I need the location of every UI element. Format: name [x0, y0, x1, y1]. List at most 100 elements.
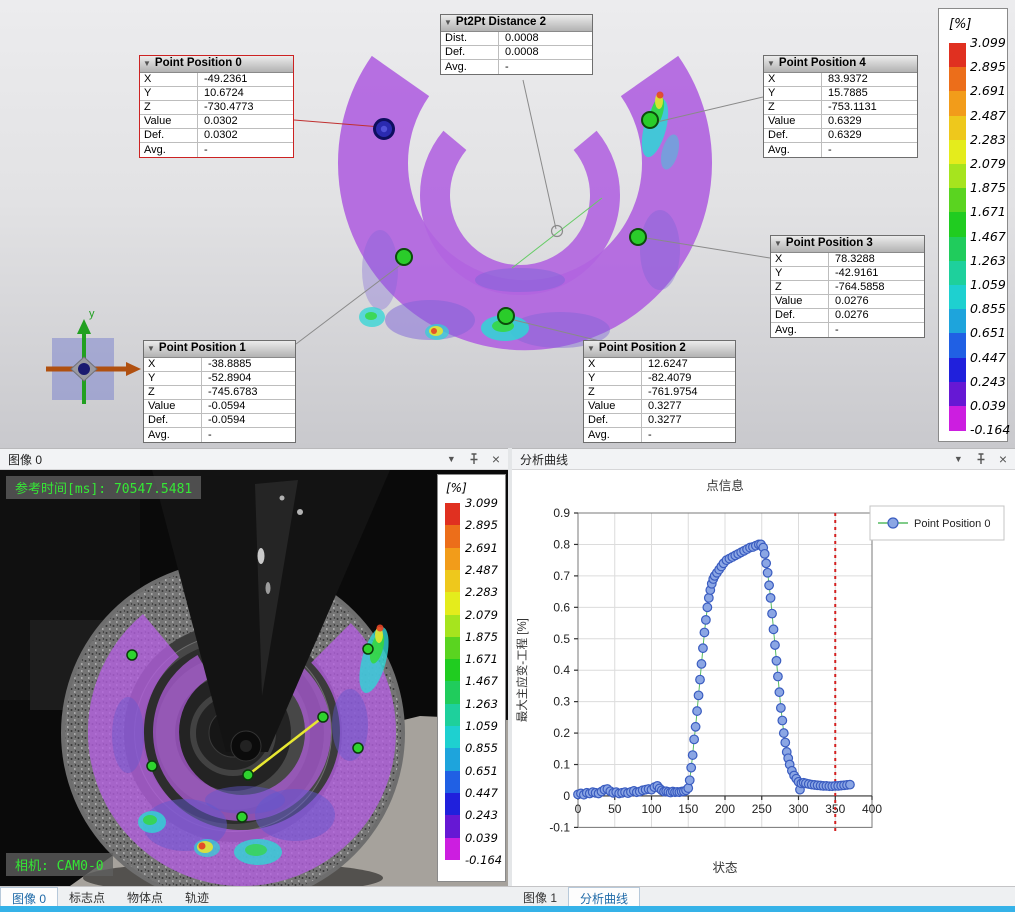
pin-icon[interactable] [469, 453, 479, 465]
tab-image-1[interactable]: 图像 1 [512, 887, 568, 907]
legend-label: Point Position 0 [914, 518, 990, 530]
color-swatch [949, 164, 966, 189]
collapse-triangle-icon[interactable]: ▼ [147, 345, 155, 353]
svg-text:0.5: 0.5 [553, 632, 570, 646]
data-point [769, 625, 778, 634]
data-point [684, 784, 693, 793]
image-panel-title: 图像 0 [8, 451, 447, 468]
close-icon[interactable]: × [492, 452, 500, 466]
pin-icon[interactable] [976, 453, 986, 465]
table-row: Y-42.9161 [771, 267, 924, 281]
table-header[interactable]: ▼ Point Position 4 [764, 56, 917, 73]
image-panel-header[interactable]: 图像 0 ▼ × [0, 448, 508, 470]
tab-analysis-curves[interactable]: 分析曲线 [568, 887, 640, 907]
window-bottom-edge [0, 906, 1015, 912]
table-title: Point Position 4 [779, 58, 866, 70]
colorbar-tick-label: 0.039 [465, 831, 498, 845]
chart-xlabel: 状态 [712, 861, 737, 875]
chevron-down-icon[interactable]: ▼ [954, 454, 963, 464]
svg-text:200: 200 [715, 802, 735, 816]
pt2pt-distance-2-table[interactable]: ▼Pt2Pt Distance 2Dist.0.0008Def.0.0008Av… [440, 14, 593, 75]
camera-image[interactable]: 参考时间[ms]: 70547.5481 相机: CAM0-0 [%]3.099… [0, 470, 508, 886]
collapse-triangle-icon[interactable]: ▼ [444, 19, 452, 27]
point-position-2-table[interactable]: ▼Point Position 2X12.6247Y-82.4079Z-761.… [583, 340, 736, 443]
table-header[interactable]: ▼ Point Position 1 [144, 341, 295, 358]
color-swatch [445, 838, 460, 861]
right-tab-group: 图像 1 分析曲线 [512, 887, 640, 906]
table-row: X-38.8885 [144, 358, 295, 372]
color-swatch [949, 237, 966, 262]
table-row: Value0.3277 [584, 400, 735, 414]
tab-image-0[interactable]: 图像 0 [0, 887, 58, 907]
data-point [772, 656, 781, 665]
table-header[interactable]: ▼Point Position 3 [771, 236, 924, 253]
table-row: Y10.6724 [140, 87, 293, 101]
data-point [778, 716, 787, 725]
data-point [777, 704, 786, 713]
tab-trajectory[interactable]: 轨迹 [174, 887, 220, 907]
color-swatch [445, 503, 460, 526]
color-swatch [949, 91, 966, 116]
curve-panel-header[interactable]: 分析曲线 ▼ × [512, 448, 1015, 470]
chart-svg[interactable]: 050100150200250300350400-0.100.10.20.30.… [512, 470, 1015, 886]
colorbar-tick-label: 0.855 [465, 741, 498, 755]
collapse-triangle-icon[interactable]: ▼ [767, 60, 775, 68]
collapse-triangle-icon[interactable]: ▼ [774, 240, 782, 248]
table-title: Point Position 1 [159, 343, 246, 355]
table-row: X-49.2361 [140, 73, 293, 87]
svg-text:0.1: 0.1 [553, 758, 570, 772]
table-row: X83.9372 [764, 73, 917, 87]
data-point [688, 751, 697, 760]
svg-text:50: 50 [608, 802, 622, 816]
svg-text:-0.1: -0.1 [549, 820, 570, 834]
data-point [697, 660, 706, 669]
collapse-triangle-icon[interactable]: ▼ [143, 60, 151, 68]
table-row: X12.6247 [584, 358, 735, 372]
table-row: Value0.6329 [764, 115, 917, 129]
data-point [703, 603, 712, 612]
point-position-4-table[interactable]: ▼Point Position 4X83.9372Y15.7885Z-753.1… [763, 55, 918, 158]
table-row: Y15.7885 [764, 87, 917, 101]
svg-text:300: 300 [788, 802, 808, 816]
color-swatch [445, 659, 460, 682]
table-row: Value0.0276 [771, 295, 924, 309]
left-tab-group: 图像 0 标志点 物体点 轨迹 [0, 887, 508, 906]
table-header[interactable]: ▼Point Position 2 [584, 341, 735, 358]
colorbar-tick-label: 2.691 [970, 83, 1006, 98]
colorbar-tick-label: -0.164 [465, 853, 502, 867]
point-position-0-table[interactable]: ▼Point Position 0X-49.2361Y10.6724Z-730.… [139, 55, 294, 158]
point-position-3-table[interactable]: ▼Point Position 3X78.3288Y-42.9161Z-764.… [770, 235, 925, 338]
svg-text:100: 100 [641, 802, 661, 816]
point-position-1-table[interactable]: ▼Point Position 1X-38.8885Y-52.8904Z-745… [143, 340, 296, 443]
coordinate-triad: x y [46, 308, 153, 404]
colorbar-tick-label: 1.059 [465, 719, 498, 733]
tab-object-points[interactable]: 物体点 [116, 887, 174, 907]
chart-legend[interactable]: Point Position 0 [870, 506, 1004, 540]
colorbar-tick-label: 1.671 [465, 652, 498, 666]
table-row: Def.0.3277 [584, 414, 735, 428]
bottom-tabbar: 图像 0 标志点 物体点 轨迹 图像 1 分析曲线 [0, 886, 1015, 906]
colorbar-tick-label: 2.487 [970, 108, 1006, 123]
strain-chart[interactable]: 050100150200250300350400-0.100.10.20.30.… [512, 470, 1015, 886]
data-point [699, 644, 708, 653]
table-header[interactable]: ▼Point Position 0 [140, 56, 293, 73]
colorbar-unit: [%] [446, 481, 467, 495]
color-scale-legend: [%]3.0992.8952.6912.4872.2832.0791.8751.… [938, 8, 1008, 442]
chevron-down-icon[interactable]: ▼ [447, 454, 456, 464]
data-point [691, 722, 700, 731]
svg-text:0.4: 0.4 [553, 663, 570, 677]
camera-label: 相机: CAM0-0 [6, 853, 113, 876]
tab-markers[interactable]: 标志点 [58, 887, 116, 907]
data-point [765, 581, 774, 590]
colorbar-tick-label: 3.099 [465, 496, 498, 510]
color-swatch [445, 815, 460, 838]
dic-analysis-window: x y ▼Point Position 0X-49.2361Y10.6724Z-… [0, 0, 1015, 912]
pt2pt-anchor [552, 226, 563, 237]
collapse-triangle-icon[interactable]: ▼ [587, 345, 595, 353]
table-header[interactable]: ▼Pt2Pt Distance 2 [441, 15, 592, 32]
table-row: Z-764.5858 [771, 281, 924, 295]
data-point [775, 688, 784, 697]
close-icon[interactable]: × [999, 452, 1007, 466]
3d-viewport[interactable]: x y ▼Point Position 0X-49.2361Y10.6724Z-… [0, 0, 1015, 448]
color-swatch [949, 43, 966, 68]
